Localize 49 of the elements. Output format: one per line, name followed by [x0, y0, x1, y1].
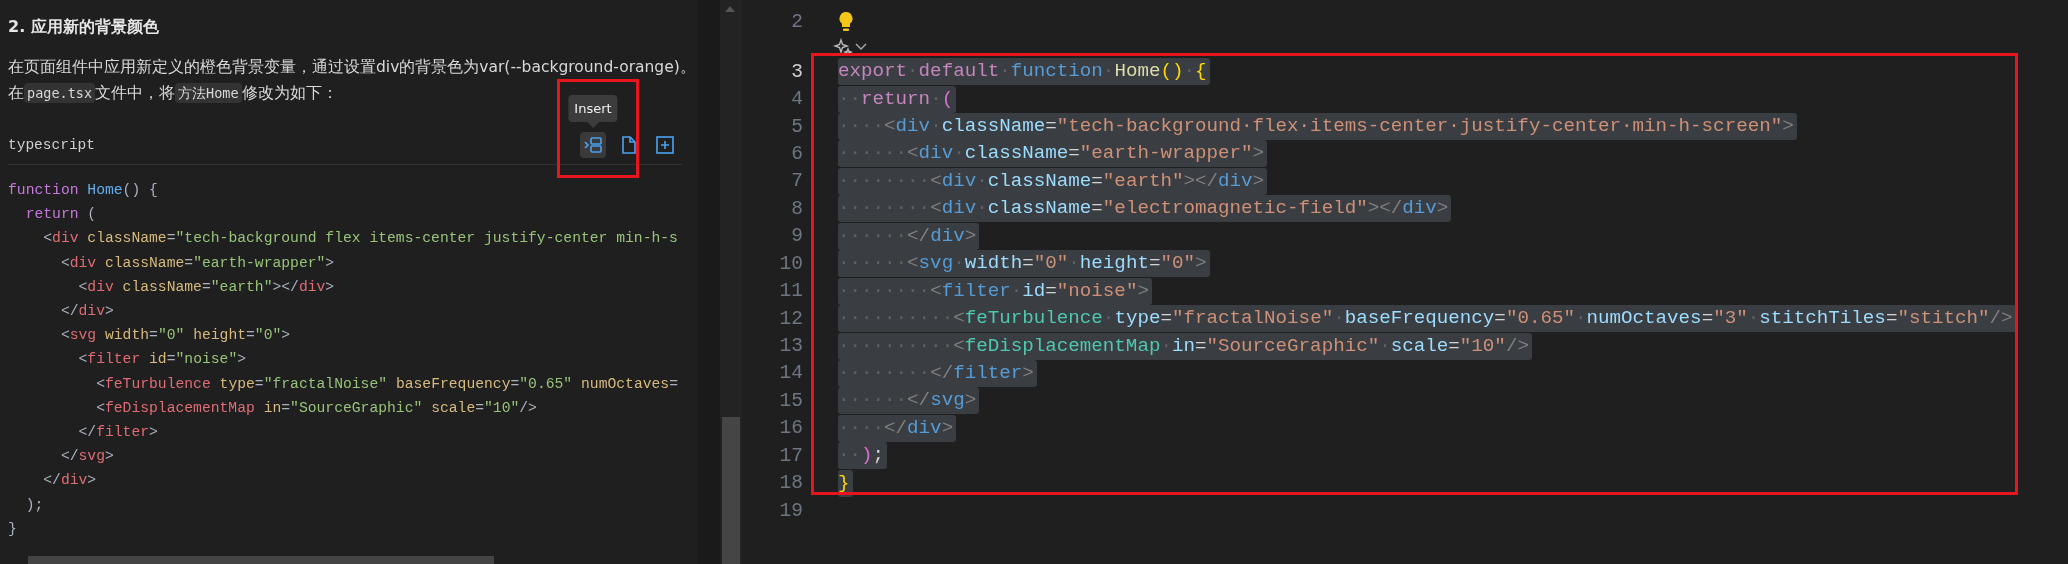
code-line: <feDisplacementMap in="SourceGraphic" scale="10"/>	[95, 398, 537, 418]
chevron-down-icon[interactable]	[855, 42, 867, 51]
insert-icon	[584, 136, 602, 154]
code-line: <div className="earth"></div>	[77, 277, 335, 297]
code-line: </div>	[59, 302, 114, 321]
code-line: </filter>	[77, 423, 158, 443]
up-arrow-icon	[725, 6, 735, 12]
code-line: <svg width="0" height="0">	[59, 326, 291, 346]
code-line: <filter id="noise">	[77, 350, 247, 370]
line-number: 2	[790, 10, 803, 33]
line-number: 15	[778, 389, 803, 412]
code-line: <feTurbulence type="fractalNoise" baseFrequency="0.65" numOctaves=	[95, 374, 678, 394]
code-line: <div className="tech-background flex items-center justify-center min-h-s	[42, 229, 678, 249]
line-number: 10	[778, 252, 803, 275]
section-heading: 2. 应用新的背景颜色	[8, 17, 159, 37]
line-number: 9	[790, 225, 803, 248]
line-number: 6	[790, 142, 803, 165]
code-line: return (	[24, 205, 97, 225]
code-line: </svg>	[59, 447, 114, 467]
line-number: 14	[778, 362, 803, 385]
add-icon	[656, 136, 674, 154]
line-number: 13	[778, 335, 803, 358]
line-number: 4	[790, 88, 803, 111]
line-number: 3	[790, 60, 803, 83]
insert-button[interactable]	[580, 132, 606, 158]
line-number: 18	[778, 472, 803, 495]
file-icon	[621, 136, 637, 154]
sparkle-icon[interactable]	[833, 37, 853, 56]
code-line: }	[8, 519, 17, 539]
line-number: 7	[790, 170, 803, 193]
code-line: </div>	[42, 471, 97, 491]
lightbulb-icon[interactable]	[838, 10, 854, 33]
tooltip: Insert	[568, 95, 618, 128]
paragraph-text: 在 page.tsx 文件中，将 方法Home 修改为如下：	[8, 82, 338, 105]
code-line: );	[24, 495, 44, 515]
code-line: function Home() {	[8, 181, 158, 200]
line-number: 5	[790, 115, 803, 138]
scrollbar-thumb[interactable]	[28, 556, 494, 564]
line-number: 11	[778, 280, 803, 303]
line-number: 12	[778, 307, 803, 330]
line-number: 17	[778, 444, 803, 467]
code-line: <div className="earth-wrapper">	[59, 253, 335, 273]
scrollbar-track[interactable]	[720, 0, 742, 564]
language-label: typescript	[8, 137, 95, 153]
line-number: 16	[778, 417, 803, 440]
line-number: 8	[790, 197, 803, 220]
paragraph-text: 在页面组件中应用新定义的橙色背景变量，通过设置div的背景色为var(--background-orange)。	[8, 57, 696, 78]
scrollbar-thumb[interactable]	[722, 417, 740, 564]
line-number: 19	[778, 499, 803, 522]
